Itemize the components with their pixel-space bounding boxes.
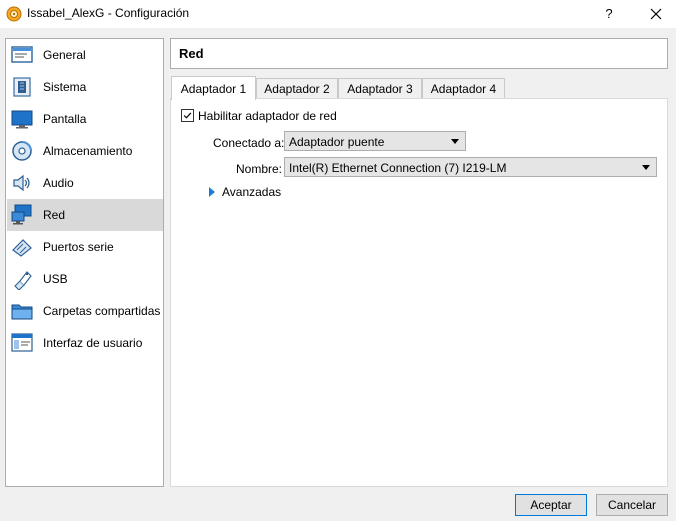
- cancel-button[interactable]: Cancelar: [596, 494, 668, 516]
- sidebar-item-interfaz-de-usuario[interactable]: Interfaz de usuario: [7, 327, 163, 359]
- network-icon: [11, 204, 32, 225]
- sidebar-item-red[interactable]: Red: [7, 199, 163, 231]
- sidebar-item-sistema[interactable]: Sistema: [7, 71, 163, 103]
- sidebar-item-general[interactable]: General: [7, 39, 163, 71]
- chevron-down-icon: [642, 165, 650, 170]
- window-title: Issabel_AlexG - Configuración: [27, 6, 190, 20]
- sidebar-item-label: Sistema: [43, 80, 87, 94]
- enable-adapter-label[interactable]: Habilitar adaptador de red: [198, 109, 337, 123]
- chip-icon: [13, 77, 31, 97]
- name-label: Nombre:: [236, 162, 283, 176]
- sidebar-item-label: Almacenamiento: [43, 144, 133, 158]
- sidebar-item-label: Carpetas compartidas: [43, 304, 161, 318]
- sidebar-item-label: USB: [43, 272, 68, 286]
- section-header: Red: [170, 38, 668, 69]
- window-icon: [11, 333, 33, 352]
- accept-button[interactable]: Aceptar: [515, 494, 587, 516]
- expand-arrow-icon[interactable]: [209, 187, 215, 197]
- sidebar-item-label: Audio: [43, 176, 74, 190]
- sidebar-item-label: Puertos serie: [43, 240, 114, 254]
- virtualbox-app-icon: [6, 6, 22, 22]
- page-title: Red: [179, 46, 204, 61]
- enable-adapter-checkbox[interactable]: [181, 109, 194, 122]
- sidebar-item-pantalla[interactable]: Pantalla: [7, 103, 163, 135]
- serial-port-icon: [12, 239, 32, 257]
- sidebar-item-label: General: [43, 48, 86, 62]
- chevron-down-icon: [451, 139, 459, 144]
- sidebar-item-label: Interfaz de usuario: [43, 336, 143, 350]
- monitor-icon: [11, 110, 33, 129]
- tab-adaptador-2[interactable]: Adaptador 2: [256, 78, 338, 99]
- title-bar: Issabel_AlexG - Configuración ?: [0, 0, 676, 28]
- help-button[interactable]: ?: [598, 4, 620, 24]
- adapter-name-select[interactable]: Intel(R) Ethernet Connection (7) I219-LM: [284, 157, 657, 177]
- general-icon: [11, 46, 33, 63]
- advanced-expander[interactable]: Avanzadas: [222, 185, 281, 199]
- folder-icon: [11, 304, 33, 320]
- tab-adaptador-4[interactable]: Adaptador 4: [422, 78, 505, 99]
- sidebar-item-almacenamiento[interactable]: Almacenamiento: [7, 135, 163, 167]
- tab-adaptador-1[interactable]: Adaptador 1: [171, 76, 256, 100]
- sidebar-item-carpetas-compartidas[interactable]: Carpetas compartidas: [7, 295, 163, 327]
- speaker-icon: [13, 174, 30, 192]
- settings-sidebar: General Sistema Pantalla Almacenamiento: [5, 38, 164, 487]
- close-icon[interactable]: [645, 4, 667, 24]
- connected-to-value: Adaptador puente: [289, 135, 385, 149]
- connected-to-label: Conectado a:: [213, 136, 285, 150]
- sidebar-item-audio[interactable]: Audio: [7, 167, 163, 199]
- adapter-name-value: Intel(R) Ethernet Connection (7) I219-LM: [289, 161, 507, 175]
- sidebar-item-puertos-serie[interactable]: Puertos serie: [7, 231, 163, 263]
- usb-icon: [14, 271, 32, 290]
- sidebar-item-label: Pantalla: [43, 112, 87, 126]
- connected-to-select[interactable]: Adaptador puente: [284, 131, 466, 151]
- disk-icon: [12, 141, 32, 161]
- sidebar-item-label: Red: [43, 208, 66, 222]
- sidebar-item-usb[interactable]: USB: [7, 263, 163, 295]
- tab-adaptador-3[interactable]: Adaptador 3: [338, 78, 422, 99]
